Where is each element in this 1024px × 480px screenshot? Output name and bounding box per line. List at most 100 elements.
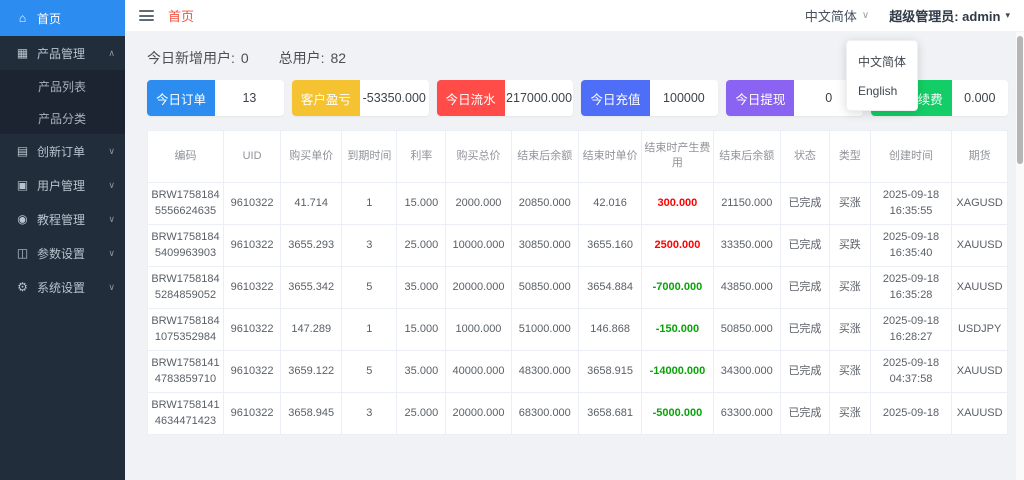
top-header: 首页 中文简体 ∨ 超级管理员: admin ▾ bbox=[125, 0, 1024, 32]
chevron-down-icon: ∨ bbox=[108, 247, 115, 258]
cell-futures: USDJPY bbox=[951, 308, 1007, 351]
card-value: 13 bbox=[242, 91, 257, 105]
cell-end-fee: -14000.000 bbox=[641, 350, 714, 393]
cell-buy-total: 20000.000 bbox=[445, 266, 512, 309]
sidebar-item-tutorial-management[interactable]: ◉ 教程管理 ∨ bbox=[0, 202, 125, 236]
card-value: 217000.000 bbox=[506, 91, 573, 105]
cell-buy-price: 3655.342 bbox=[280, 266, 343, 309]
cell-futures: XAUUSD bbox=[951, 266, 1007, 309]
chevron-down-icon: ∨ bbox=[861, 10, 870, 21]
cell-balance-end-2: 21150.000 bbox=[713, 182, 781, 225]
cell-end-fee: 300.000 bbox=[641, 182, 714, 225]
cell-uid: 9610322 bbox=[223, 224, 282, 267]
cell-status: 已完成 bbox=[780, 392, 830, 435]
cell-rate: 35.000 bbox=[396, 350, 447, 393]
cell-balance-end: 20850.000 bbox=[511, 182, 579, 225]
cell-status: 已完成 bbox=[780, 224, 830, 267]
language-selector[interactable]: 中文简体 ∨ bbox=[805, 6, 869, 25]
card-label: 今日流水 bbox=[436, 80, 505, 116]
cell-buy-total: 10000.000 bbox=[445, 224, 512, 267]
cell-futures: XAGUSD bbox=[951, 182, 1007, 225]
sidebar-item-home[interactable]: ⌂ 首页 bbox=[0, 0, 125, 36]
cell-buy-total: 1000.000 bbox=[445, 308, 512, 351]
language-option-zh[interactable]: 中文简体 bbox=[847, 46, 917, 77]
scrollbar-thumb[interactable] bbox=[1017, 36, 1023, 164]
table-row: BRW17581845556624635 9610322 41.714 1 15.000… bbox=[148, 182, 1007, 225]
orders-table: 编码 UID 购买单价 到期时间 利率 购买总价 结束后余额 结束时单价 结束时… bbox=[147, 130, 1008, 435]
new-users-stat: 今日新增用户: 0 bbox=[147, 50, 253, 66]
card-today-deposit: 今日充值 100000 bbox=[581, 80, 719, 116]
cell-uid: 9610322 bbox=[223, 350, 282, 393]
scrollbar-track bbox=[1016, 32, 1024, 480]
col-uid: UID bbox=[223, 131, 282, 183]
table-row: BRW17581414783859710 9610322 3659.122 5 35.0… bbox=[148, 350, 1007, 393]
home-icon: ⌂ bbox=[18, 11, 27, 25]
product-icon: ▦ bbox=[16, 46, 29, 60]
sidebar-item-label: 首页 bbox=[37, 11, 62, 26]
menu-toggle-icon[interactable] bbox=[139, 10, 154, 21]
col-end-fee: 结束时产生费用 bbox=[641, 131, 714, 183]
cell-end-price: 3655.160 bbox=[578, 224, 643, 267]
cell-type: 买跌 bbox=[829, 224, 871, 267]
sidebar: ⌂ 首页 ▦ 产品管理 ∧ 产品列表 产品分类 ▤ 创新订单 ∨ ▣ 用户管理 … bbox=[0, 0, 125, 480]
sidebar-item-product-list[interactable]: 产品列表 bbox=[0, 70, 125, 102]
cell-buy-price: 147.289 bbox=[280, 308, 343, 351]
sidebar-item-product-management[interactable]: ▦ 产品管理 ∧ bbox=[0, 36, 125, 70]
cell-end-fee: 2500.000 bbox=[641, 224, 714, 267]
cell-buy-price: 3658.945 bbox=[280, 392, 343, 435]
cell-balance-end: 51000.000 bbox=[511, 308, 579, 351]
col-type: 类型 bbox=[829, 131, 871, 183]
order-icon: ▤ bbox=[16, 144, 29, 158]
table-row: BRW17581845284859052 9610322 3655.342 5 35.0… bbox=[148, 266, 1007, 309]
card-today-withdrawal: 今日提现 0 bbox=[726, 80, 864, 116]
cell-end-price: 3658.681 bbox=[578, 392, 643, 435]
cell-balance-end-2: 50850.000 bbox=[713, 308, 781, 351]
cell-expire-days: 3 bbox=[341, 224, 398, 267]
card-value: 100000 bbox=[663, 91, 705, 105]
language-dropdown: 中文简体 English bbox=[846, 40, 919, 111]
new-users-label: 今日新增用户: bbox=[147, 50, 235, 66]
sidebar-subitem-label: 产品分类 bbox=[38, 111, 87, 126]
cell-expire-days: 3 bbox=[341, 392, 398, 435]
cell-end-price: 146.868 bbox=[578, 308, 643, 351]
sidebar-item-user-management[interactable]: ▣ 用户管理 ∨ bbox=[0, 168, 125, 202]
new-users-value: 0 bbox=[240, 50, 249, 66]
sidebar-item-innovation-orders[interactable]: ▤ 创新订单 ∨ bbox=[0, 134, 125, 168]
cell-created-at: 2025-09-18 16:35:55 bbox=[870, 182, 953, 225]
admin-menu-label: 超级管理员: admin bbox=[889, 9, 1001, 24]
col-balance-end-2: 结束后余额 bbox=[713, 131, 781, 183]
admin-menu[interactable]: 超级管理员: admin ▾ bbox=[889, 6, 1010, 25]
col-expire: 到期时间 bbox=[341, 131, 398, 183]
breadcrumb[interactable]: 首页 bbox=[168, 6, 194, 25]
card-value: -53350.000 bbox=[362, 91, 426, 105]
cell-end-fee: -5000.000 bbox=[641, 392, 714, 435]
card-today-turnover: 今日流水 217000.000 bbox=[436, 80, 574, 116]
sidebar-subitem-label: 产品列表 bbox=[38, 79, 87, 94]
cell-uid: 9610322 bbox=[223, 182, 282, 225]
col-balance-end: 结束后余额 bbox=[511, 131, 579, 183]
sidebar-item-parameter-settings[interactable]: ◫ 参数设置 ∨ bbox=[0, 236, 125, 270]
sidebar-item-label: 产品管理 bbox=[37, 46, 86, 61]
card-label: 今日订单 bbox=[147, 80, 216, 116]
cell-type: 买涨 bbox=[829, 182, 871, 225]
cell-futures: XAUUSD bbox=[951, 392, 1007, 435]
cell-rate: 25.000 bbox=[396, 392, 447, 435]
card-label: 客户盈亏 bbox=[291, 80, 360, 116]
cell-code: BRW17581845284859052 bbox=[148, 266, 224, 309]
total-users-value: 82 bbox=[330, 50, 347, 66]
cell-created-at: 2025-09-18 16:35:40 bbox=[870, 224, 953, 267]
chevron-down-icon: ∨ bbox=[108, 281, 115, 292]
card-customer-pnl: 客户盈亏 -53350.000 bbox=[291, 80, 429, 116]
sidebar-item-product-category[interactable]: 产品分类 bbox=[0, 102, 125, 134]
total-users-label: 总用户: bbox=[278, 50, 325, 66]
cell-balance-end-2: 34300.000 bbox=[713, 350, 781, 393]
cell-code: BRW17581845556624635 bbox=[148, 182, 224, 225]
col-created: 创建时间 bbox=[870, 131, 953, 183]
cell-buy-total: 40000.000 bbox=[445, 350, 512, 393]
cell-uid: 9610322 bbox=[223, 308, 282, 351]
col-end-price: 结束时单价 bbox=[578, 131, 643, 183]
card-value: 0.000 bbox=[964, 91, 996, 105]
language-option-en[interactable]: English bbox=[847, 77, 917, 105]
sidebar-item-system-settings[interactable]: ⚙ 系统设置 ∨ bbox=[0, 270, 125, 304]
cell-expire-days: 5 bbox=[341, 350, 398, 393]
